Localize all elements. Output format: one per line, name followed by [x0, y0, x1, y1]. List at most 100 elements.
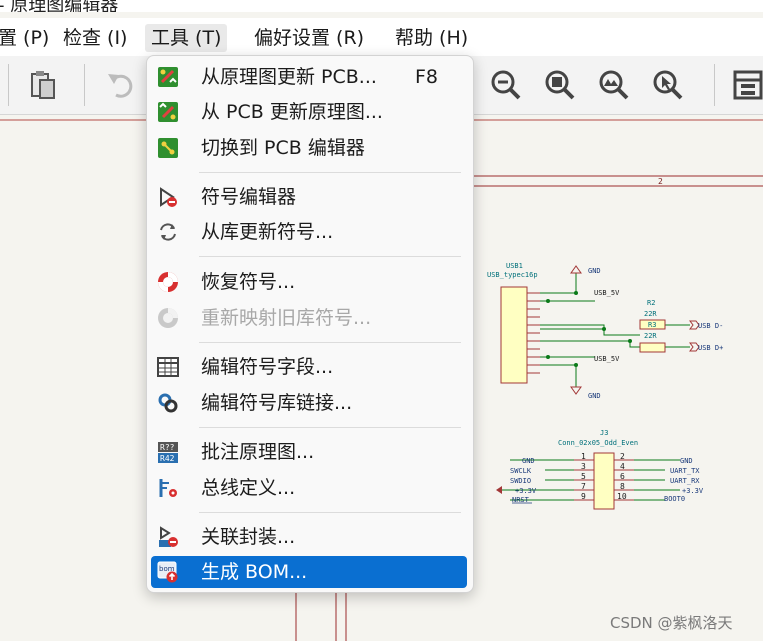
link-icon: [157, 392, 179, 414]
toolbar-separator: [714, 64, 715, 106]
menu-separator: [199, 342, 461, 343]
menu-item-label: 批注原理图...: [201, 441, 315, 463]
j3-body[interactable]: [593, 452, 615, 510]
r2-ref: R2: [647, 299, 655, 307]
net-j3-gnd-right: GND: [680, 457, 693, 465]
j3-pin-1: 1: [581, 452, 586, 461]
symbol-editor-icon: [157, 186, 179, 208]
tools-menu: 从原理图更新 PCB... F8 从 PCB 更新原理图... 切换到 PCB …: [146, 55, 474, 593]
net-swclk: SWCLK: [510, 467, 532, 475]
menu-help[interactable]: 帮助 (H): [389, 24, 474, 52]
resistor-r2[interactable]: [639, 342, 666, 353]
window-titlebar: - 原理图编辑器: [0, 0, 763, 12]
net-uart-tx: UART_TX: [670, 467, 700, 475]
r3-ref: R3: [648, 321, 656, 329]
assign-footprint-icon: [157, 526, 179, 548]
menu-separator: [199, 256, 461, 257]
update-schematic-icon: [157, 101, 179, 123]
annotate-icon: R?? R42: [157, 441, 179, 463]
bus-definition-icon: [157, 477, 179, 499]
menu-item-label: 符号编辑器: [201, 186, 297, 208]
usb1-value: USB_typec16p: [487, 271, 538, 279]
menu-item-label: 编辑符号库链接...: [201, 392, 353, 414]
hierarchy-navigator-icon[interactable]: [732, 68, 763, 102]
menu-item-update-pcb[interactable]: 从原理图更新 PCB... F8: [151, 61, 467, 93]
usb1-ref: USB1: [506, 262, 523, 270]
update-pcb-icon: [157, 66, 179, 88]
refresh-icon: [157, 221, 179, 243]
menu-item-assign-footprints[interactable]: 关联封装...: [151, 521, 467, 553]
usb1-body[interactable]: [500, 286, 528, 384]
menu-item-generate-bom[interactable]: bom 生成 BOM...: [151, 556, 467, 588]
j3-pin-6: 6: [620, 472, 625, 481]
net-swdio: SWDIO: [510, 477, 531, 485]
watermark: CSDN @紫枫洛天: [610, 614, 733, 632]
j3-pin-7: 7: [581, 482, 586, 491]
svg-text:R??: R??: [160, 443, 175, 452]
menu-item-switch-pcb-editor[interactable]: 切换到 PCB 编辑器: [151, 132, 467, 164]
menu-item-label: 生成 BOM...: [201, 561, 308, 583]
net-usb5v-bottom: USB_5V: [594, 355, 620, 363]
menu-item-update-symbols[interactable]: 从库更新符号...: [151, 216, 467, 248]
menu-item-bus-definitions[interactable]: 总线定义...: [151, 472, 467, 504]
window-title: - 原理图编辑器: [0, 0, 119, 12]
menu-item-label: 切换到 PCB 编辑器: [201, 137, 365, 159]
menu-tools[interactable]: 工具 (T): [145, 24, 228, 52]
menu-item-edit-symbol-lib-links[interactable]: 编辑符号库链接...: [151, 387, 467, 419]
undo-icon[interactable]: [104, 68, 138, 102]
menu-place[interactable]: 置 (P): [0, 24, 55, 52]
menu-inspect[interactable]: 检查 (I): [57, 24, 133, 52]
r2-value: 22R: [644, 310, 657, 318]
r3-value: 22R: [644, 332, 657, 340]
table-icon: [157, 356, 179, 378]
zoom-objects-icon[interactable]: [597, 68, 631, 102]
j3-ref: J3: [600, 429, 608, 437]
net-boot0: BOOT0: [664, 495, 685, 503]
zoom-out-icon[interactable]: [489, 68, 523, 102]
zoom-selection-icon[interactable]: [651, 68, 685, 102]
j3-pin-10: 10: [617, 492, 627, 501]
remap-icon: [157, 307, 179, 329]
toolbar-separator: [84, 64, 85, 106]
net-gnd-bottom: GND: [588, 392, 601, 400]
menu-item-label: 关联封装...: [201, 526, 296, 548]
menu-item-label: 编辑符号字段...: [201, 356, 334, 378]
net-usb-dm: USB D-: [698, 322, 723, 330]
menu-item-symbol-editor[interactable]: 符号编辑器: [151, 181, 467, 213]
net-3v3-right: +3.3V: [682, 487, 704, 495]
net-usb-dp: USB D+: [698, 344, 723, 352]
pcb-editor-icon: [157, 137, 179, 159]
svg-text:R42: R42: [160, 454, 175, 463]
j3-pin-9: 9: [581, 492, 586, 501]
menu-separator: [199, 512, 461, 513]
menu-item-label: 总线定义...: [201, 477, 296, 499]
menu-item-label: 从 PCB 更新原理图...: [201, 101, 383, 123]
net-3v3-left: +3.3V: [515, 487, 537, 495]
menu-item-rescue-symbols[interactable]: 恢复符号...: [151, 266, 467, 298]
menu-item-label: 从原理图更新 PCB...: [201, 66, 377, 88]
menu-item-remap-symbols: 重新映射旧库符号...: [151, 302, 467, 334]
paste-icon[interactable]: [26, 68, 60, 102]
net-usb5v-top: USB_5V: [594, 289, 620, 297]
menu-item-label: 从库更新符号...: [201, 221, 334, 243]
sheet-border-label: 2: [658, 177, 663, 186]
rescue-icon: [157, 271, 179, 293]
menu-separator: [199, 172, 461, 173]
menu-item-annotate[interactable]: R?? R42 批注原理图...: [151, 436, 467, 468]
menu-item-label: 重新映射旧库符号...: [201, 307, 372, 329]
j3-pin-4: 4: [620, 462, 625, 471]
zoom-fit-icon[interactable]: [543, 68, 577, 102]
net-j3-gnd-left: GND: [522, 457, 535, 465]
menu-separator: [199, 427, 461, 428]
menu-preferences[interactable]: 偏好设置 (R): [248, 24, 370, 52]
toolbar-separator: [8, 64, 9, 106]
menu-item-label: 恢复符号...: [201, 271, 296, 293]
menu-item-edit-symbol-fields[interactable]: 编辑符号字段...: [151, 351, 467, 383]
j3-pin-8: 8: [620, 482, 625, 491]
bom-icon: bom: [157, 561, 179, 583]
menu-bar: 置 (P) 检查 (I) 工具 (T) 偏好设置 (R) 帮助 (H): [0, 18, 763, 56]
j3-pin-3: 3: [581, 462, 586, 471]
menu-item-update-schematic[interactable]: 从 PCB 更新原理图...: [151, 96, 467, 128]
net-uart-rx: UART_RX: [670, 477, 700, 485]
j3-value: Conn_02x05_Odd_Even: [558, 439, 638, 447]
